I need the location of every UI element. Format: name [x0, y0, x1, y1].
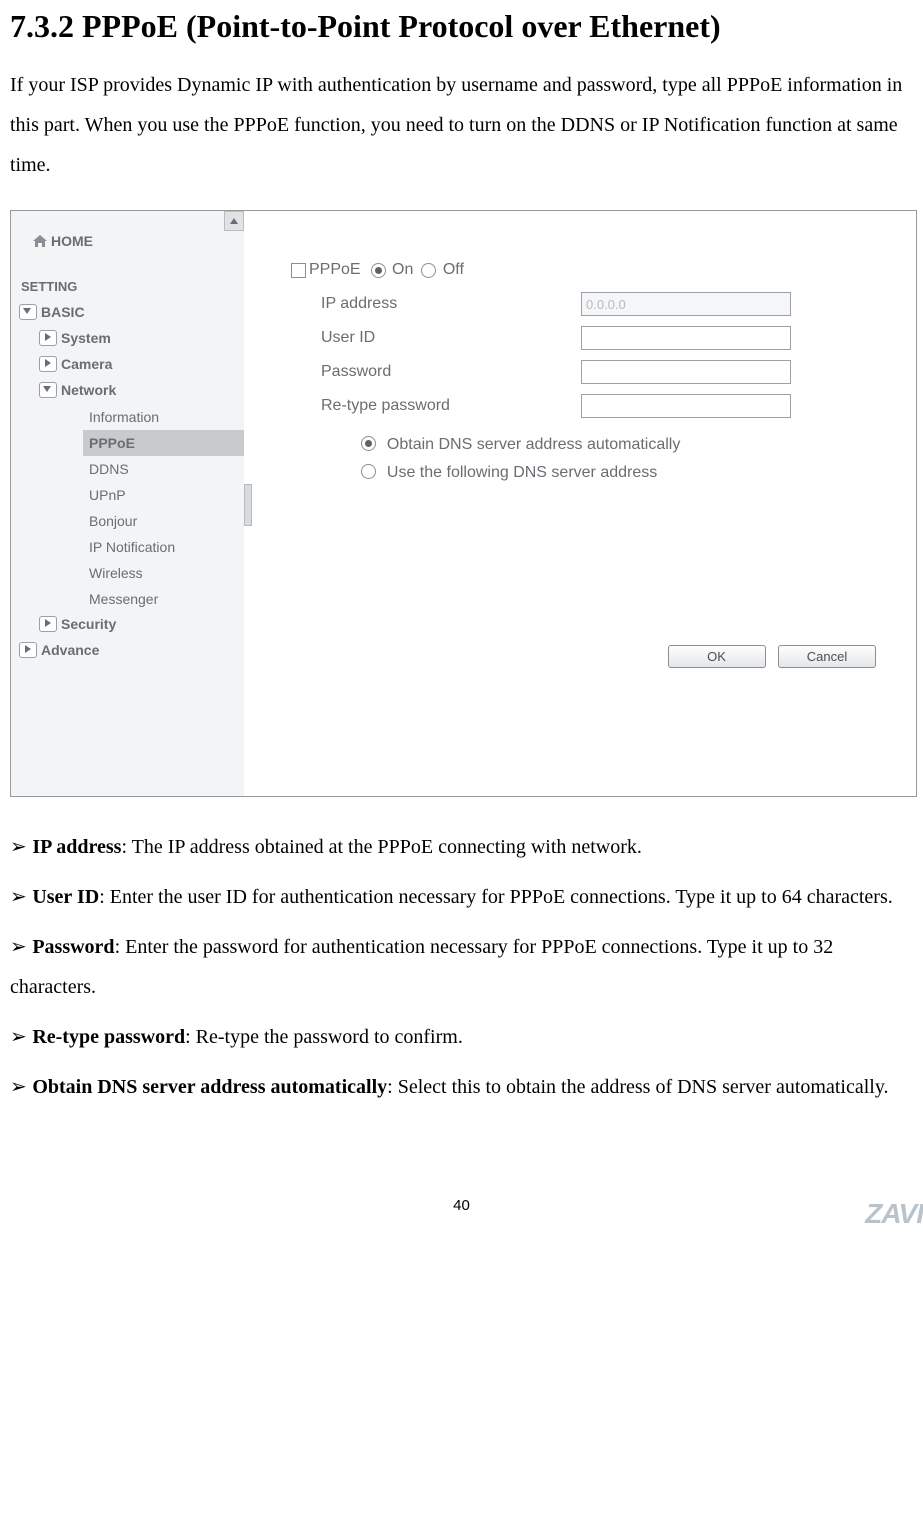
tree-label: Network	[61, 382, 116, 398]
retype-password-input[interactable]	[581, 394, 791, 418]
password-label: Password	[291, 363, 581, 381]
nav-tree: BASIC System Camera Network Information …	[11, 300, 244, 664]
tree-node-network[interactable]: Network	[31, 378, 244, 404]
chevron-up-icon	[230, 218, 238, 224]
setting-heading: SETTING	[11, 249, 244, 300]
password-input[interactable]	[581, 360, 791, 384]
ip-address-input[interactable]	[581, 292, 791, 316]
expand-icon	[39, 330, 57, 346]
sidebar-item-information[interactable]: Information	[83, 404, 244, 430]
pppoe-label: PPPoE	[309, 261, 361, 279]
retype-password-label: Re-type password	[291, 397, 581, 415]
tree-node-security[interactable]: Security	[31, 612, 244, 638]
off-text: Off	[443, 261, 464, 279]
intro-paragraph: If your ISP provides Dynamic IP with aut…	[10, 65, 913, 185]
dns-manual-label: Use the following DNS server address	[387, 464, 657, 481]
ip-address-label: IP address	[291, 295, 581, 313]
main-panel: PPPoE On Off IP address User ID	[251, 211, 916, 796]
dns-auto-label: Obtain DNS server address automatically	[387, 436, 680, 453]
dns-manual-radio[interactable]	[361, 464, 376, 479]
desc-retype-password: ➢ Re-type password: Re-type the password…	[10, 1017, 913, 1057]
userid-label: User ID	[291, 329, 581, 347]
tree-node-camera[interactable]: Camera	[31, 352, 244, 378]
collapse-icon	[19, 304, 37, 320]
cancel-button[interactable]: Cancel	[778, 645, 876, 668]
desc-dns-auto: ➢ Obtain DNS server address automaticall…	[10, 1067, 913, 1107]
sidebar-item-bonjour[interactable]: Bonjour	[83, 508, 244, 534]
tree-label: BASIC	[41, 304, 85, 320]
desc-ip-address: ➢ IP address: The IP address obtained at…	[10, 827, 913, 867]
tree-label: Camera	[61, 356, 112, 372]
expand-icon	[39, 356, 57, 372]
desc-password: ➢ Password: Enter the password for authe…	[10, 927, 913, 1007]
network-subitems: Information PPPoE DDNS UPnP Bonjour IP N…	[31, 404, 244, 612]
section-heading: 7.3.2 PPPoE (Point-to-Point Protocol ove…	[10, 8, 913, 45]
expand-icon	[39, 616, 57, 632]
sidebar-item-ipnotification[interactable]: IP Notification	[83, 534, 244, 560]
on-text: On	[392, 261, 413, 279]
page-number: 40	[10, 1197, 913, 1234]
tree-node-system[interactable]: System	[31, 326, 244, 352]
collapse-icon	[39, 382, 57, 398]
sidebar-item-wireless[interactable]: Wireless	[83, 560, 244, 586]
field-descriptions: ➢ IP address: The IP address obtained at…	[10, 827, 913, 1107]
sidebar-item-ddns[interactable]: DDNS	[83, 456, 244, 482]
userid-input[interactable]	[581, 326, 791, 350]
scroll-up-button[interactable]	[224, 211, 244, 231]
pppoe-on-radio[interactable]	[371, 263, 386, 278]
tree-node-advance[interactable]: Advance	[11, 638, 244, 664]
ok-button[interactable]: OK	[668, 645, 766, 668]
pppoe-off-radio[interactable]	[421, 263, 436, 278]
tree-label: Advance	[41, 642, 99, 658]
tree-label: Security	[61, 616, 116, 632]
home-link[interactable]: HOME	[11, 211, 244, 249]
sidebar: HOME SETTING BASIC System Camera Network…	[11, 211, 244, 796]
dns-auto-radio[interactable]	[361, 436, 376, 451]
expand-icon	[19, 642, 37, 658]
sidebar-item-pppoe[interactable]: PPPoE	[83, 430, 244, 456]
tree-node-basic[interactable]: BASIC	[11, 300, 244, 326]
tree-label: System	[61, 330, 111, 346]
brand-watermark: ZAVI	[865, 1198, 923, 1230]
sidebar-item-messenger[interactable]: Messenger	[83, 586, 244, 612]
home-label: HOME	[51, 233, 93, 249]
pppoe-checkbox[interactable]	[291, 263, 306, 278]
home-icon	[33, 234, 47, 246]
sidebar-item-upnp[interactable]: UPnP	[83, 482, 244, 508]
desc-user-id: ➢ User ID: Enter the user ID for authent…	[10, 877, 913, 917]
settings-screenshot: HOME SETTING BASIC System Camera Network…	[10, 210, 917, 797]
